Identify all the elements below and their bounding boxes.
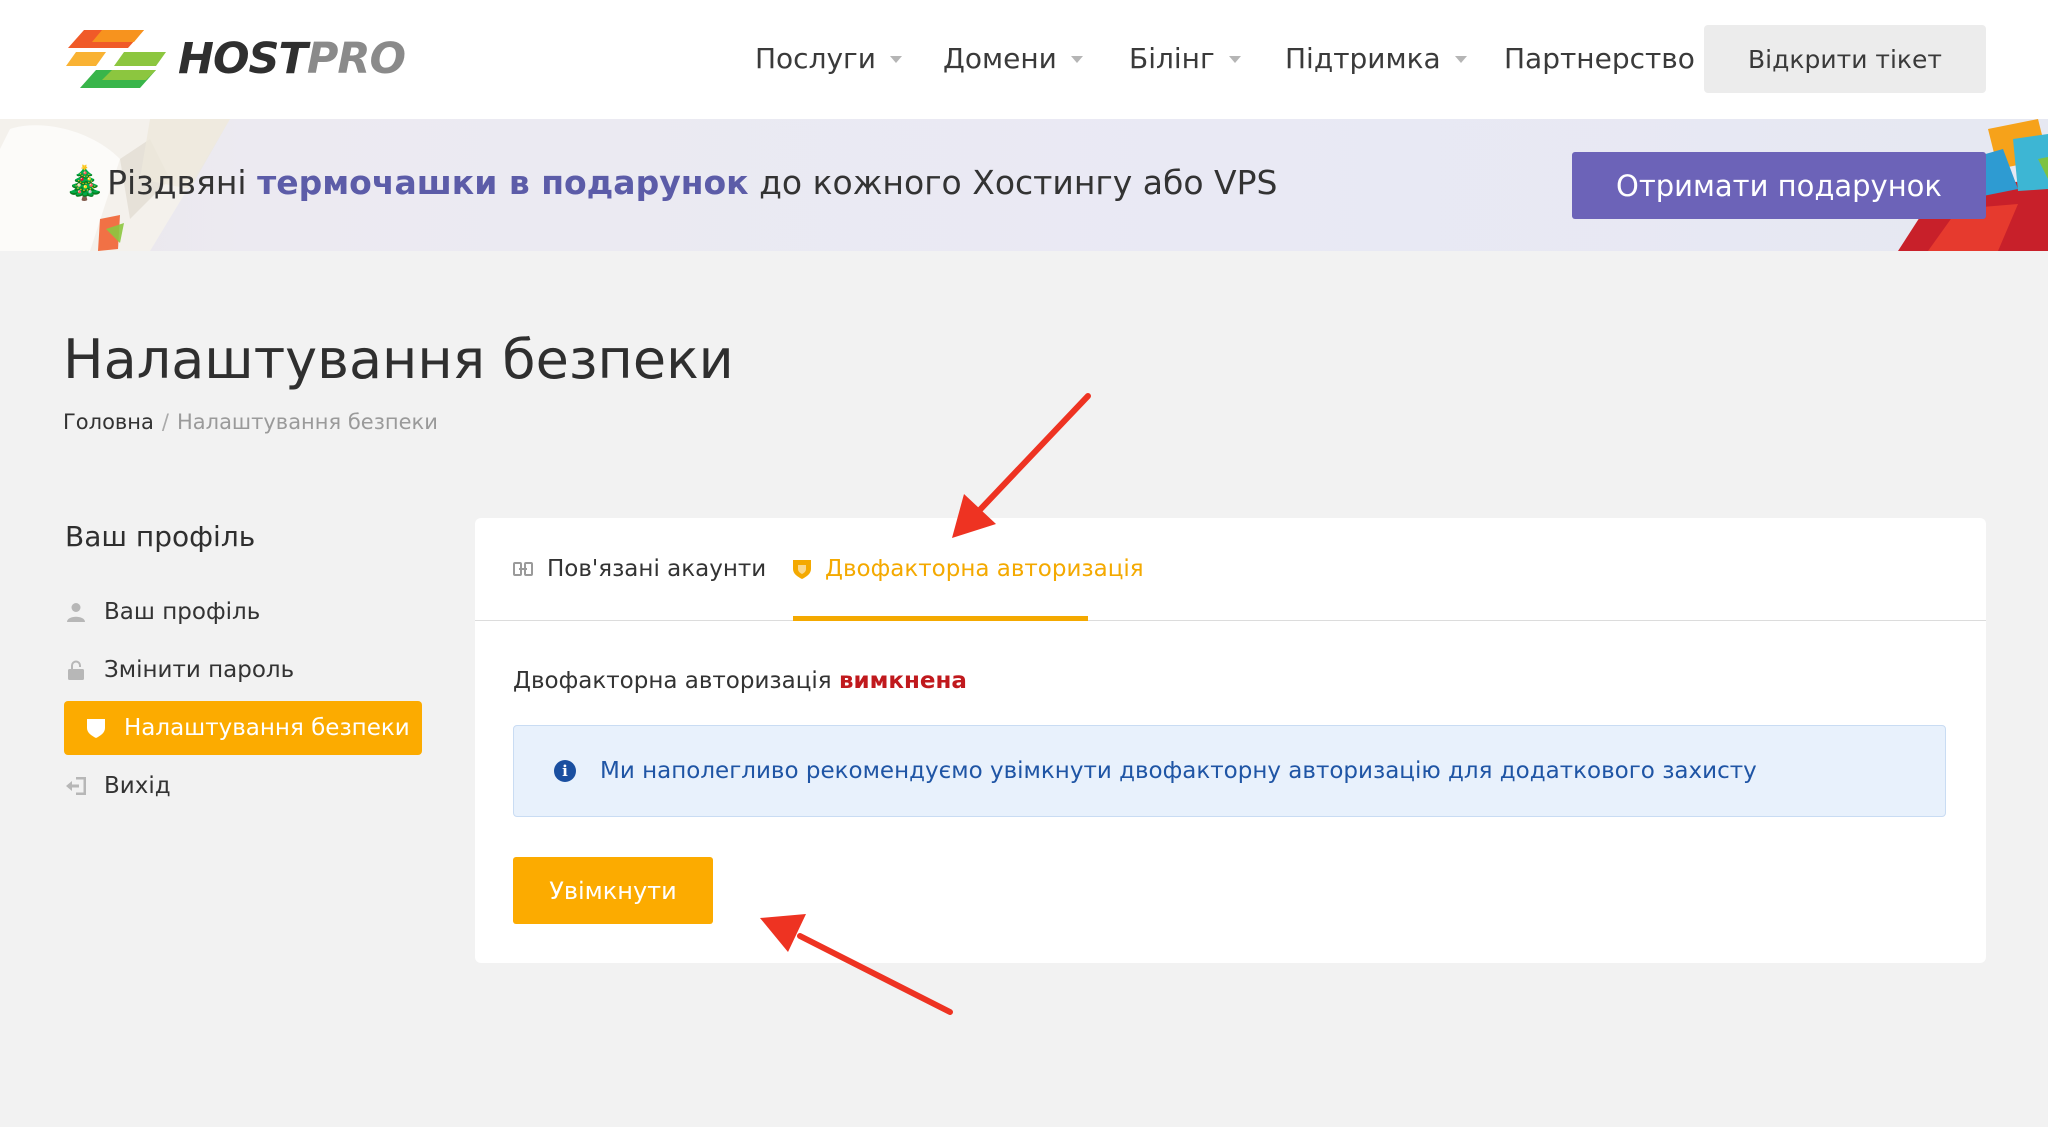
lock-icon: [66, 660, 86, 680]
sidebar-item-label: Вихід: [104, 773, 171, 799]
open-ticket-button[interactable]: Відкрити тікет: [1704, 25, 1986, 93]
enable-two-factor-button[interactable]: Увімкнути: [513, 857, 713, 924]
christmas-tree-icon: 🎄: [64, 163, 106, 202]
sidebar-item-logout[interactable]: Вихід: [64, 759, 422, 813]
logout-icon: [66, 776, 86, 796]
tab-label: Двофакторна авторизація: [825, 556, 1144, 582]
security-settings-panel: Пов'язані акаунти Двофакторна авторизаці…: [475, 518, 1986, 963]
tab-label: Пов'язані акаунти: [547, 556, 767, 582]
sidebar-item-change-password[interactable]: Змінити пароль: [64, 643, 422, 697]
tab-linked-accounts[interactable]: Пов'язані акаунти: [513, 556, 766, 582]
annotation-arrow-tab-icon: [952, 393, 1091, 538]
active-tab-indicator: [793, 616, 1088, 621]
alert-text: Ми наполегливо рекомендуємо увімкнути дв…: [600, 758, 1757, 784]
breadcrumb-current: Налаштування безпеки: [176, 410, 438, 434]
user-icon: [66, 602, 86, 622]
chevron-down-icon: [889, 56, 902, 63]
logo-text: HOSTPRO: [178, 34, 406, 84]
sidebar-item-label: Налаштування безпеки: [124, 715, 410, 741]
nav-services[interactable]: Послуги: [755, 42, 902, 75]
hostpro-logo[interactable]: HOSTPRO: [62, 26, 406, 92]
banner-text: 🎄Різдвяні термочашки в подарунок до кожн…: [64, 163, 1278, 202]
site-header: HOSTPRO Послуги Домени Білінг Підтримка …: [0, 0, 2048, 119]
two-factor-status: Двофакторна авторизація вимкнена: [513, 668, 967, 694]
recommendation-alert: i Ми наполегливо рекомендуємо увімкнути …: [513, 725, 1946, 817]
nav-support[interactable]: Підтримка: [1285, 42, 1467, 75]
nav-partnership[interactable]: Партнерство: [1504, 42, 1695, 75]
logo-mark-icon: [66, 30, 166, 88]
chevron-down-icon: [1454, 56, 1467, 63]
sidebar-title: Ваш профіль: [65, 520, 256, 553]
sidebar-item-label: Ваш профіль: [104, 599, 261, 625]
sidebar-item-label: Змінити пароль: [104, 657, 295, 683]
nav-billing[interactable]: Білінг: [1129, 42, 1241, 75]
promo-banner: 🎄Різдвяні термочашки в подарунок до кожн…: [0, 119, 2048, 251]
sidebar-item-security[interactable]: Налаштування безпеки: [64, 701, 422, 755]
status-value: вимкнена: [838, 668, 967, 694]
shield-icon: [793, 559, 811, 579]
sidebar-item-profile[interactable]: Ваш профіль: [64, 585, 422, 639]
nav-domains[interactable]: Домени: [943, 42, 1083, 75]
tab-bar: Пов'язані акаунти Двофакторна авторизаці…: [475, 518, 1986, 621]
info-icon: i: [554, 760, 576, 782]
tab-two-factor-auth[interactable]: Двофакторна авторизація: [793, 556, 1144, 582]
shield-icon: [86, 718, 106, 738]
breadcrumb-home-link[interactable]: Головна: [63, 410, 154, 434]
page-title: Налаштування безпеки: [63, 328, 734, 391]
link-icon: [513, 562, 533, 576]
chevron-down-icon: [1228, 56, 1241, 63]
chevron-down-icon: [1070, 56, 1083, 63]
breadcrumb-separator: /: [161, 410, 169, 434]
get-gift-button[interactable]: Отримати подарунок: [1572, 152, 1986, 219]
breadcrumb: Головна / Налаштування безпеки: [63, 410, 438, 434]
